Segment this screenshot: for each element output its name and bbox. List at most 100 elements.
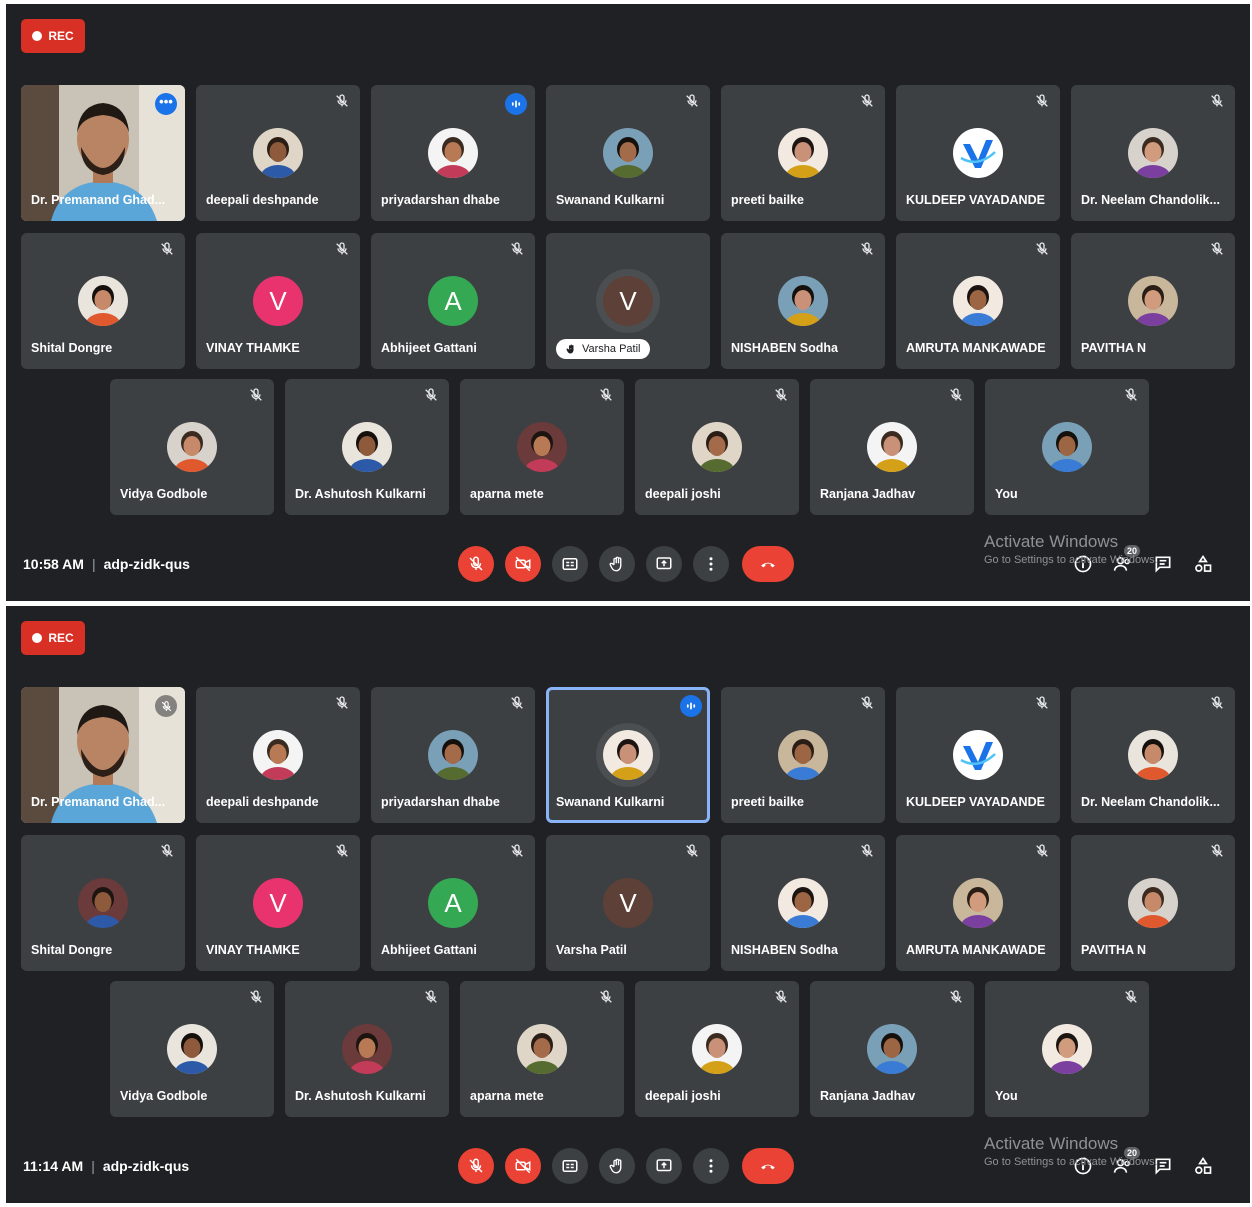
participant-tile[interactable]: aparna mete <box>460 379 624 515</box>
participant-tile[interactable]: Dr. Premanand Ghad... <box>21 687 185 823</box>
participant-tile[interactable]: V Varsha Patil <box>546 233 710 369</box>
end-call-button[interactable] <box>742 1148 794 1184</box>
participant-tile[interactable]: preeti bailke <box>721 687 885 823</box>
activities-button[interactable] <box>1192 553 1214 575</box>
participant-tile[interactable]: Vidya Godbole <box>110 379 274 515</box>
participant-tile[interactable]: deepali joshi <box>635 379 799 515</box>
raise-hand-icon <box>609 1158 622 1174</box>
participant-count-badge: 20 <box>1123 545 1140 557</box>
participant-tile[interactable]: Ranjana Jadhav <box>810 981 974 1117</box>
raise-hand-button[interactable] <box>599 1148 635 1184</box>
info-button[interactable] <box>1072 553 1094 575</box>
meeting-details[interactable]: 11:14 AM | adp-zidk-qus <box>23 1158 189 1174</box>
participant-tile[interactable]: V VINAY THAMKE <box>196 835 360 971</box>
info-button[interactable] <box>1072 1155 1094 1177</box>
present-screen-icon <box>656 557 672 570</box>
captions-icon <box>562 558 578 570</box>
activities-button[interactable] <box>1192 1155 1214 1177</box>
mic-off-glyph <box>161 844 173 857</box>
people-button[interactable]: 20 <box>1112 545 1140 575</box>
participant-tile[interactable]: A Abhijeet Gattani <box>371 233 535 369</box>
participant-count-badge: 20 <box>1123 1147 1140 1159</box>
profile-photo-icon <box>778 276 828 326</box>
participant-tile[interactable]: AMRUTA MANKAWADE <box>896 835 1060 971</box>
participant-name: You <box>995 1089 1018 1103</box>
more-options-button[interactable] <box>693 546 729 582</box>
participant-tile[interactable]: aparna mete <box>460 981 624 1117</box>
info-icon <box>1074 1157 1092 1175</box>
info-icon <box>1074 555 1092 573</box>
participant-tile[interactable]: V VINAY THAMKE <box>196 233 360 369</box>
participant-tile[interactable]: Shital Dongre <box>21 835 185 971</box>
captions-button[interactable] <box>552 546 588 582</box>
tile-options-icon[interactable]: ••• <box>155 93 177 115</box>
participant-tile[interactable]: deepali joshi <box>635 981 799 1117</box>
participant-tile[interactable]: AMRUTA MANKAWADE <box>896 233 1060 369</box>
present-screen-button[interactable] <box>646 1148 682 1184</box>
raise-hand-button[interactable] <box>599 546 635 582</box>
participant-name: aparna mete <box>470 487 544 501</box>
participant-tile[interactable]: Vidya Godbole <box>110 981 274 1117</box>
participant-tile[interactable]: Ranjana Jadhav <box>810 379 974 515</box>
participant-tile[interactable]: PAVITHA N <box>1071 233 1235 369</box>
profile-photo-icon <box>342 1024 392 1074</box>
letter-avatar: A <box>428 276 478 326</box>
profile-photo-icon <box>867 422 917 472</box>
participant-tile[interactable]: Swanand Kulkarni <box>546 687 710 823</box>
mic-off-button[interactable] <box>458 1148 494 1184</box>
end-call-button[interactable] <box>742 546 794 582</box>
muted-mic-icon <box>684 93 700 109</box>
participant-tile[interactable]: Swanand Kulkarni <box>546 85 710 221</box>
participant-tile[interactable]: priyadarshan dhabe <box>371 687 535 823</box>
participant-tile[interactable]: KULDEEP VAYADANDE <box>896 687 1060 823</box>
camera-off-button[interactable] <box>505 1148 541 1184</box>
captions-button[interactable] <box>552 1148 588 1184</box>
participant-tile[interactable]: Shital Dongre <box>21 233 185 369</box>
mic-off-button[interactable] <box>458 546 494 582</box>
participant-avatar <box>953 878 1003 928</box>
muted-mic-icon <box>334 695 350 711</box>
participant-tile[interactable]: KULDEEP VAYADANDE <box>896 85 1060 221</box>
participant-tile[interactable]: Dr. Premanand Ghad... ••• <box>21 85 185 221</box>
muted-mic-icon <box>598 989 614 1005</box>
chat-button[interactable] <box>1152 1155 1174 1177</box>
mic-off-glyph <box>161 242 173 255</box>
mic-off-glyph <box>336 844 348 857</box>
more-options-button[interactable] <box>693 1148 729 1184</box>
participant-name: Abhijeet Gattani <box>381 341 477 355</box>
participant-tile[interactable]: NISHABEN Sodha <box>721 835 885 971</box>
mic-off-glyph <box>861 242 873 255</box>
profile-photo-icon <box>78 878 128 928</box>
participant-tile[interactable]: NISHABEN Sodha <box>721 233 885 369</box>
participant-tile[interactable]: You <box>985 981 1149 1117</box>
present-screen-button[interactable] <box>646 546 682 582</box>
profile-photo-icon <box>953 878 1003 928</box>
muted-mic-icon <box>1034 241 1050 257</box>
speaking-indicator-icon <box>680 695 702 717</box>
participant-tile[interactable]: deepali deshpande <box>196 85 360 221</box>
participant-tile[interactable]: deepali deshpande <box>196 687 360 823</box>
participant-tile[interactable]: You <box>985 379 1149 515</box>
participant-tile[interactable]: PAVITHA N <box>1071 835 1235 971</box>
participant-tile[interactable]: V Varsha Patil <box>546 835 710 971</box>
camera-off-button[interactable] <box>505 546 541 582</box>
participant-tile[interactable]: Dr. Ashutosh Kulkarni <box>285 981 449 1117</box>
divider: | <box>91 556 96 572</box>
profile-photo-icon <box>78 276 128 326</box>
participant-tile[interactable]: priyadarshan dhabe <box>371 85 535 221</box>
chat-button[interactable] <box>1152 553 1174 575</box>
participant-tile[interactable]: Dr. Ashutosh Kulkarni <box>285 379 449 515</box>
participant-tile[interactable]: A Abhijeet Gattani <box>371 835 535 971</box>
participant-tile[interactable]: preeti bailke <box>721 85 885 221</box>
mic-off-glyph <box>1211 696 1223 709</box>
participant-tile[interactable]: Dr. Neelam Chandolik... <box>1071 85 1235 221</box>
people-button[interactable]: 20 <box>1112 1147 1140 1177</box>
participant-name: AMRUTA MANKAWADE <box>906 943 1046 957</box>
profile-photo-icon <box>428 730 478 780</box>
participant-tile[interactable]: Dr. Neelam Chandolik... <box>1071 687 1235 823</box>
mic-off-glyph <box>250 388 262 401</box>
mic-off-glyph <box>511 696 523 709</box>
muted-mic-icon <box>1123 387 1139 403</box>
participant-name: deepali deshpande <box>206 193 319 207</box>
meeting-details[interactable]: 10:58 AM | adp-zidk-qus <box>23 556 190 572</box>
